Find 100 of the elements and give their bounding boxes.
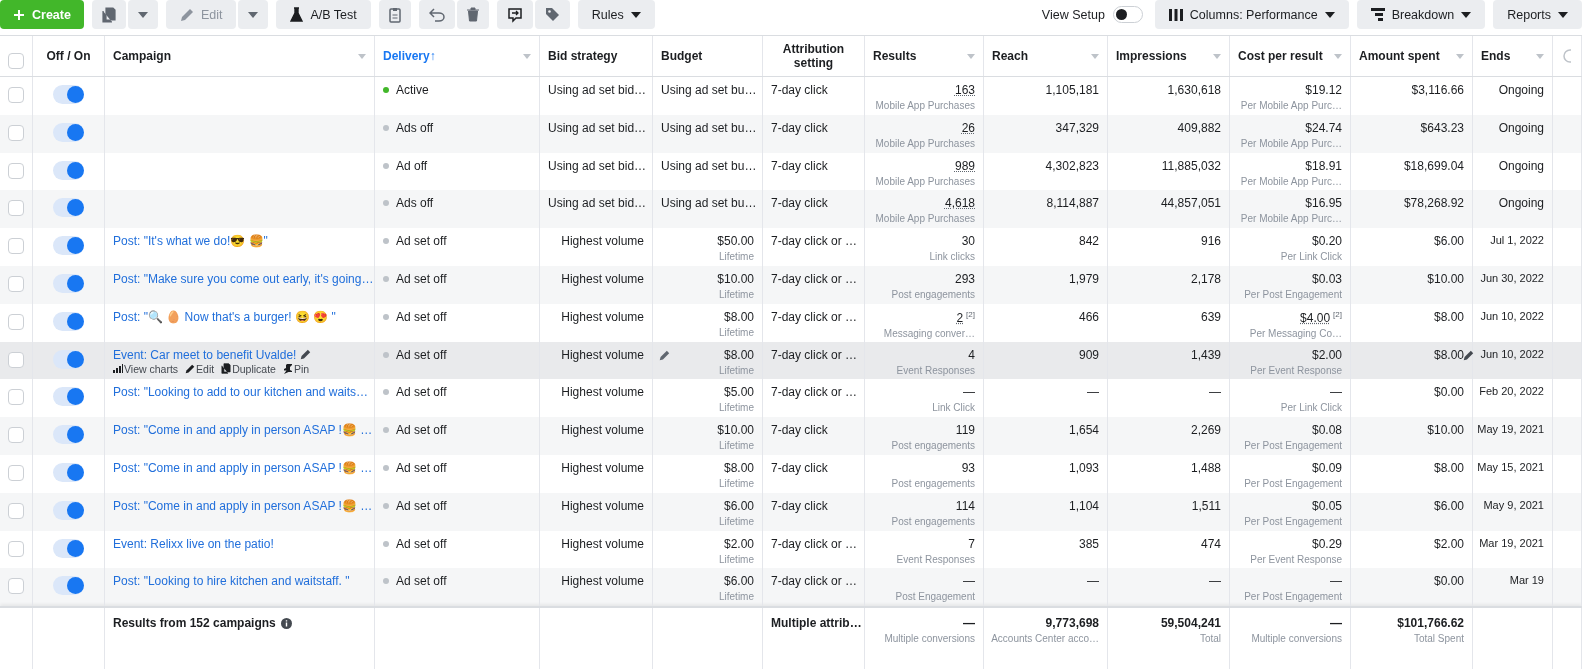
column-header[interactable]: Campaign [113,49,171,63]
row-action-link[interactable]: Duplicate [221,362,276,375]
on-off-toggle[interactable] [53,311,84,331]
result-type: Post engagements [891,440,975,452]
row-action-link[interactable]: Pin [282,362,310,375]
on-off-toggle[interactable] [53,462,84,482]
row-checkbox[interactable] [8,540,24,557]
table-cell: 2,178 [1190,272,1221,286]
campaign-link[interactable]: Post: "Come in and apply in person ASAP !🍔 … [113,460,373,475]
view-setup-toggle[interactable] [1112,6,1143,23]
row-checkbox[interactable] [8,238,24,255]
row-checkbox[interactable] [8,162,24,179]
row-checkbox[interactable] [8,502,24,519]
on-off-toggle[interactable] [53,122,84,142]
column-header[interactable]: Impressions [1116,49,1187,63]
delivery-status: Ad set off [396,272,447,286]
undo-button[interactable] [418,0,455,29]
on-off-toggle[interactable] [53,274,84,293]
row-checkbox[interactable] [8,276,24,292]
reports-dropdown[interactable]: Reports [1493,0,1582,29]
table-cell: 385 [1078,536,1099,551]
end-date: Feb 20, 2022 [1479,385,1544,398]
campaign-link[interactable]: Post: "Make sure you come out early, it's going… [113,272,374,286]
row-checkbox[interactable] [8,313,24,330]
campaign-link[interactable]: Post: "🔍 🥚 Now that's a burger! 😆 😍 " [113,309,336,324]
row-action-link[interactable]: View charts [113,362,179,375]
total-value: $101,766.62 [1397,616,1464,631]
column-header[interactable]: Amount spent [1359,49,1440,63]
export-button[interactable] [496,0,533,29]
select-all-checkbox[interactable] [8,53,24,69]
cost-type: Per Mobile App Purc… [1240,100,1342,111]
table-cell: 1,439 [1190,347,1221,362]
clipboard-icon [388,6,401,23]
caret-icon [1461,11,1472,18]
clipboard-button[interactable] [378,0,411,29]
columns-dropdown[interactable]: Columns: Performance [1154,0,1349,29]
pencil-icon[interactable] [300,348,312,360]
column-header[interactable]: Budget [661,49,703,63]
results-value: 114 [955,498,975,513]
column-header[interactable]: Delivery↑ [383,49,436,63]
campaign-link[interactable]: Post: "Looking to hire kitchen and waitstaff. " [113,574,350,589]
tag-button[interactable] [534,0,570,29]
on-off-toggle[interactable] [53,160,84,180]
campaign-link[interactable]: Post: "Come in and apply in person ASAP !🍔 … [113,498,373,513]
delivery-status: Ad off [396,158,428,173]
attribution-setting: 7-day click or … [771,574,858,589]
on-off-toggle[interactable] [53,387,84,407]
end-date: Ongoing [1498,196,1544,211]
bid-strategy: Highest volume [561,347,644,362]
dropdown-button[interactable] [127,0,158,29]
on-off-toggle[interactable] [53,236,84,256]
info-icon[interactable] [280,617,292,629]
row-checkbox[interactable] [8,351,24,368]
on-off-toggle[interactable] [53,576,84,596]
row-checkbox[interactable] [8,124,24,141]
rules-dropdown[interactable]: Rules [577,0,655,29]
budget-type: Lifetime [719,477,754,489]
row-checkbox[interactable] [8,578,24,595]
on-off-toggle[interactable] [53,500,84,520]
on-off-toggle[interactable] [53,85,84,104]
cost-type: Per Mobile App Purc… [1240,175,1342,187]
dropdown-button[interactable] [238,0,269,29]
column-header[interactable]: Ends [1481,49,1511,63]
campaign-link[interactable]: Post: "Looking to add to our kitchen and waits… [113,385,369,400]
delete-button[interactable] [456,0,489,29]
budget-value: $5.00 [723,385,754,400]
column-header[interactable]: Cost per result [1238,49,1323,63]
on-off-toggle[interactable] [53,349,84,369]
row-action-link[interactable]: Edit [185,362,215,375]
pencil-icon[interactable] [1463,349,1475,361]
column-header[interactable]: Reach [992,49,1029,63]
row-checkbox[interactable] [8,200,24,217]
budget-value: Using ad set bu… [661,120,757,135]
table-cell: 347,329 [1055,120,1099,135]
budget-value: $10.00 [717,272,754,286]
on-off-toggle[interactable] [53,198,84,218]
row-checkbox[interactable] [8,389,24,406]
pencil-icon[interactable] [659,349,670,361]
on-off-toggle[interactable] [53,425,84,445]
campaign-link[interactable]: Event: Relixx live on the patio! [113,536,274,551]
duplicate-button[interactable] [91,0,126,29]
breakdown-dropdown[interactable]: Breakdown [1356,0,1486,29]
on-off-toggle[interactable] [53,538,84,558]
column-header[interactable]: Bid strategy [548,49,618,63]
row-checkbox[interactable] [8,427,24,444]
row-checkbox[interactable] [8,464,24,481]
results-value: 4,618 [944,196,975,211]
column-header[interactable]: Off / On [46,49,91,63]
results-value: 93 [961,460,975,475]
column-header[interactable]: Attribution setting [771,42,856,70]
result-type: Mobile App Purchases [875,137,975,149]
budget-type: Lifetime [719,440,754,452]
campaign-link[interactable]: Post: "Come in and apply in person ASAP !🍔 … [113,423,373,438]
budget-value: $2.00 [723,536,754,551]
campaign-link[interactable]: Event: Car meet to benefit Uvalde! [113,347,297,362]
campaign-link[interactable]: Post: "It's what we do!😎 🍔" [113,234,268,249]
column-header[interactable]: Results [873,49,917,63]
table-cell: 1,488 [1190,460,1221,475]
ab-test-button[interactable]: A/B Test [276,0,371,29]
row-checkbox[interactable] [8,87,24,103]
